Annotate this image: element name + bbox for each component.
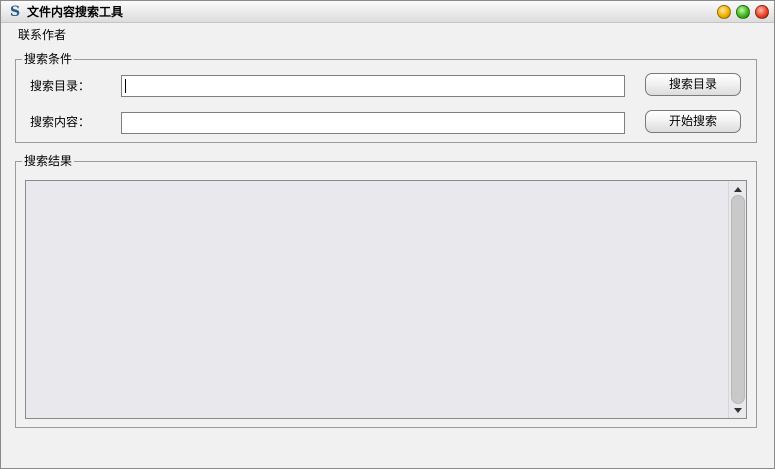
directory-input[interactable]	[121, 75, 625, 97]
search-conditions-group: 搜索条件 搜索目录： 搜索目录 搜索内容： 开始搜索	[15, 52, 757, 143]
search-results-group: 搜索结果	[15, 154, 757, 428]
menu-item-contact-author[interactable]: 联系作者	[18, 28, 66, 42]
results-textarea[interactable]	[25, 180, 747, 419]
content-input[interactable]	[121, 112, 625, 134]
start-search-button[interactable]: 开始搜索	[645, 110, 741, 133]
search-results-legend: 搜索结果	[22, 154, 75, 168]
search-conditions-legend: 搜索条件	[22, 52, 75, 66]
content-label: 搜索内容：	[30, 115, 91, 129]
search-directory-button[interactable]: 搜索目录	[645, 73, 741, 96]
close-button[interactable]	[755, 5, 769, 19]
menu-bar: 联系作者	[1, 24, 774, 46]
text-caret	[125, 79, 126, 93]
scroll-thumb[interactable]	[731, 195, 745, 404]
directory-label: 搜索目录：	[30, 79, 91, 93]
arrow-down-icon	[734, 407, 742, 413]
title-bar[interactable]: S 文件内容搜索工具	[1, 1, 774, 23]
app-window: S 文件内容搜索工具 联系作者 搜索条件 搜索目录： 搜索目录 搜索内容： 开始…	[0, 0, 775, 469]
maximize-button[interactable]	[736, 5, 750, 19]
app-icon: S	[9, 4, 21, 20]
minimize-button[interactable]	[717, 5, 731, 19]
arrow-up-icon	[734, 186, 742, 192]
window-title: 文件内容搜索工具	[27, 5, 124, 19]
scroll-down-button[interactable]	[731, 404, 745, 416]
results-scrollbar[interactable]	[728, 181, 746, 418]
scroll-up-button[interactable]	[731, 183, 745, 195]
